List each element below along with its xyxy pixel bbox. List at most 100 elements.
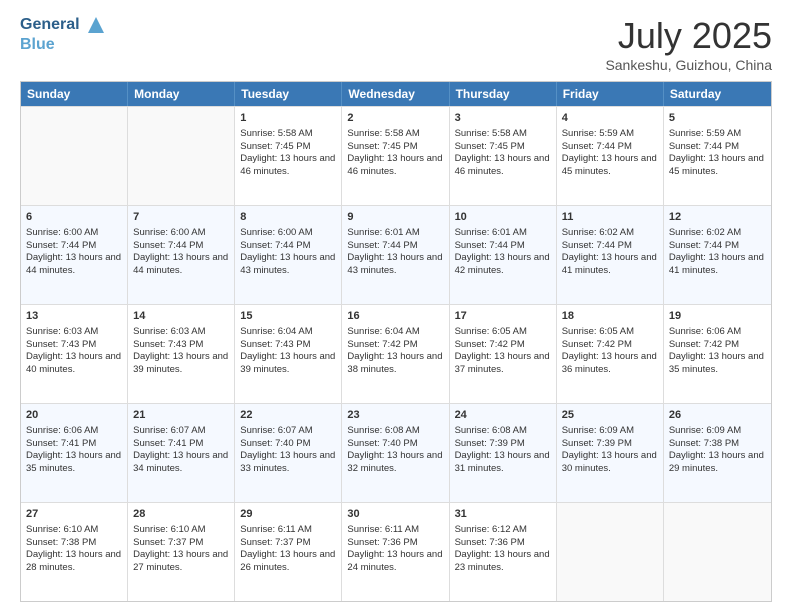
sunset-text: Sunset: 7:44 PM [455,240,525,251]
sunset-text: Sunset: 7:37 PM [240,537,310,548]
daylight-text: Daylight: 13 hours and 31 minutes. [455,450,550,474]
calendar-row-3: 13Sunrise: 6:03 AMSunset: 7:43 PMDayligh… [21,304,771,403]
daylight-text: Daylight: 13 hours and 35 minutes. [26,450,121,474]
calendar-cell-4-1: 20Sunrise: 6:06 AMSunset: 7:41 PMDayligh… [21,404,128,502]
day-number: 2 [347,111,443,126]
sunset-text: Sunset: 7:42 PM [669,339,739,350]
calendar-cell-3-1: 13Sunrise: 6:03 AMSunset: 7:43 PMDayligh… [21,305,128,403]
weekday-header-wednesday: Wednesday [342,82,449,106]
sunset-text: Sunset: 7:43 PM [26,339,96,350]
calendar-cell-3-7: 19Sunrise: 6:06 AMSunset: 7:42 PMDayligh… [664,305,771,403]
day-number: 31 [455,507,551,522]
sunrise-text: Sunrise: 6:09 AM [669,425,741,436]
day-number: 28 [133,507,229,522]
sunrise-text: Sunrise: 6:03 AM [26,326,98,337]
sunrise-text: Sunrise: 6:04 AM [240,326,312,337]
calendar-cell-1-6: 4Sunrise: 5:59 AMSunset: 7:44 PMDaylight… [557,107,664,205]
sunset-text: Sunset: 7:43 PM [133,339,203,350]
day-number: 15 [240,309,336,324]
sunset-text: Sunset: 7:44 PM [669,141,739,152]
daylight-text: Daylight: 13 hours and 34 minutes. [133,450,228,474]
sunset-text: Sunset: 7:44 PM [562,141,632,152]
calendar-cell-5-7 [664,503,771,601]
calendar-row-4: 20Sunrise: 6:06 AMSunset: 7:41 PMDayligh… [21,403,771,502]
daylight-text: Daylight: 13 hours and 43 minutes. [240,252,335,276]
sunset-text: Sunset: 7:40 PM [347,438,417,449]
calendar-cell-4-6: 25Sunrise: 6:09 AMSunset: 7:39 PMDayligh… [557,404,664,502]
calendar-cell-2-2: 7Sunrise: 6:00 AMSunset: 7:44 PMDaylight… [128,206,235,304]
daylight-text: Daylight: 13 hours and 45 minutes. [669,153,764,177]
calendar-header: SundayMondayTuesdayWednesdayThursdayFrid… [21,82,771,106]
day-number: 12 [669,210,766,225]
calendar-cell-4-5: 24Sunrise: 6:08 AMSunset: 7:39 PMDayligh… [450,404,557,502]
day-number: 8 [240,210,336,225]
sunset-text: Sunset: 7:42 PM [562,339,632,350]
sunrise-text: Sunrise: 6:02 AM [669,227,741,238]
calendar-cell-3-4: 16Sunrise: 6:04 AMSunset: 7:42 PMDayligh… [342,305,449,403]
calendar-row-5: 27Sunrise: 6:10 AMSunset: 7:38 PMDayligh… [21,502,771,601]
sunrise-text: Sunrise: 6:07 AM [133,425,205,436]
title-block: July 2025 Sankeshu, Guizhou, China [605,15,772,73]
calendar: SundayMondayTuesdayWednesdayThursdayFrid… [20,81,772,602]
day-number: 16 [347,309,443,324]
calendar-cell-1-7: 5Sunrise: 5:59 AMSunset: 7:44 PMDaylight… [664,107,771,205]
day-number: 29 [240,507,336,522]
daylight-text: Daylight: 13 hours and 44 minutes. [133,252,228,276]
sunrise-text: Sunrise: 5:58 AM [240,128,312,139]
daylight-text: Daylight: 13 hours and 30 minutes. [562,450,657,474]
sunrise-text: Sunrise: 6:04 AM [347,326,419,337]
sunset-text: Sunset: 7:43 PM [240,339,310,350]
daylight-text: Daylight: 13 hours and 24 minutes. [347,549,442,573]
page: General Blue July 2025 Sankeshu, Guizhou… [0,0,792,612]
day-number: 10 [455,210,551,225]
calendar-cell-5-6 [557,503,664,601]
sunset-text: Sunset: 7:42 PM [347,339,417,350]
day-number: 6 [26,210,122,225]
calendar-cell-1-5: 3Sunrise: 5:58 AMSunset: 7:45 PMDaylight… [450,107,557,205]
day-number: 5 [669,111,766,126]
sunset-text: Sunset: 7:45 PM [347,141,417,152]
day-number: 4 [562,111,658,126]
weekday-header-monday: Monday [128,82,235,106]
sunset-text: Sunset: 7:36 PM [455,537,525,548]
daylight-text: Daylight: 13 hours and 39 minutes. [240,351,335,375]
sunrise-text: Sunrise: 6:00 AM [133,227,205,238]
day-number: 9 [347,210,443,225]
daylight-text: Daylight: 13 hours and 37 minutes. [455,351,550,375]
sunrise-text: Sunrise: 6:01 AM [455,227,527,238]
sunset-text: Sunset: 7:41 PM [133,438,203,449]
sunset-text: Sunset: 7:44 PM [133,240,203,251]
sunrise-text: Sunrise: 6:11 AM [240,524,312,535]
weekday-header-tuesday: Tuesday [235,82,342,106]
daylight-text: Daylight: 13 hours and 35 minutes. [669,351,764,375]
day-number: 17 [455,309,551,324]
daylight-text: Daylight: 13 hours and 28 minutes. [26,549,121,573]
calendar-cell-3-6: 18Sunrise: 6:05 AMSunset: 7:42 PMDayligh… [557,305,664,403]
calendar-cell-5-3: 29 Sunrise: 6:11 AM Sunset: 7:37 PMDayligh… [235,503,342,601]
calendar-body: 1Sunrise: 5:58 AMSunset: 7:45 PMDaylight… [21,106,771,601]
daylight-text: Daylight: 13 hours and 41 minutes. [562,252,657,276]
sunrise-text: Sunrise: 6:06 AM [669,326,741,337]
daylight-text: Daylight: 13 hours and 41 minutes. [669,252,764,276]
day-number: 11 [562,210,658,225]
sunrise-text: Sunrise: 6:01 AM [347,227,419,238]
sunrise-text: Sunrise: 6:02 AM [562,227,634,238]
sunset-text: Sunset: 7:44 PM [240,240,310,251]
calendar-cell-5-2: 28Sunrise: 6:10 AMSunset: 7:37 PMDayligh… [128,503,235,601]
calendar-cell-4-4: 23Sunrise: 6:08 AMSunset: 7:40 PMDayligh… [342,404,449,502]
subtitle: Sankeshu, Guizhou, China [605,57,772,73]
calendar-cell-2-7: 12 Sunrise: 6:02 AM Sunset: 7:44 PMDayligh… [664,206,771,304]
calendar-cell-5-4: 30Sunrise: 6:11 AMSunset: 7:36 PMDayligh… [342,503,449,601]
logo-icon [86,15,106,35]
logo-line2: Blue [20,35,106,54]
daylight-text: Daylight: 13 hours and 26 minutes. [240,549,335,573]
sunrise-text: Sunrise: 6:03 AM [133,326,205,337]
logo-line1: General [20,15,106,35]
sunset-text: Sunset: 7:39 PM [455,438,525,449]
calendar-cell-5-1: 27Sunrise: 6:10 AMSunset: 7:38 PMDayligh… [21,503,128,601]
sunset-text: Sunset: 7:44 PM [669,240,739,251]
sunrise-text: Sunrise: 6:11 AM [347,524,419,535]
calendar-row-1: 1Sunrise: 5:58 AMSunset: 7:45 PMDaylight… [21,106,771,205]
calendar-cell-2-5: 10Sunrise: 6:01 AMSunset: 7:44 PMDayligh… [450,206,557,304]
daylight-text: Daylight: 13 hours and 39 minutes. [133,351,228,375]
